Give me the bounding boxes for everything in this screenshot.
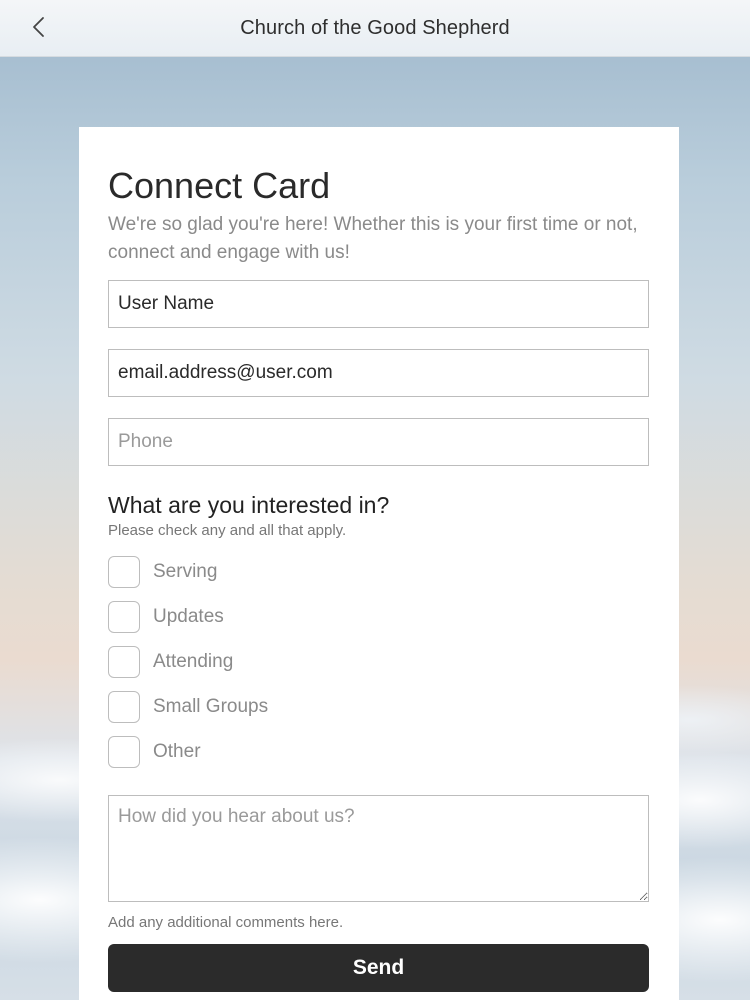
interest-option-other[interactable]: Other	[108, 729, 649, 774]
form-intro-text: We're so glad you're here! Whether this …	[108, 214, 638, 263]
interests-heading: What are you interested in?	[108, 492, 390, 518]
checkbox-label: Updates	[153, 605, 224, 627]
phone-field[interactable]	[108, 418, 649, 466]
page-title: Church of the Good Shepherd	[240, 16, 510, 39]
interests-checklist: Serving Updates Attending Small Groups O…	[108, 549, 649, 774]
connect-card-form: Connect Card We're so glad you're here! …	[79, 127, 679, 1000]
interest-option-updates[interactable]: Updates	[108, 594, 649, 639]
checkbox-label: Serving	[153, 560, 218, 582]
interest-option-attending[interactable]: Attending	[108, 639, 649, 684]
checkbox-label: Other	[153, 740, 201, 762]
name-field[interactable]	[108, 280, 649, 328]
checkbox[interactable]	[108, 735, 140, 768]
form-title: Connect Card	[108, 165, 331, 206]
comments-textarea[interactable]	[108, 795, 649, 902]
chevron-left-icon	[33, 17, 44, 37]
checkbox[interactable]	[108, 645, 140, 678]
checkbox[interactable]	[108, 600, 140, 633]
back-button[interactable]	[24, 12, 52, 42]
send-button[interactable]: Send	[108, 944, 649, 992]
email-field[interactable]	[108, 349, 649, 397]
checkbox[interactable]	[108, 555, 140, 588]
checkbox-label: Attending	[153, 650, 234, 672]
interest-option-small-groups[interactable]: Small Groups	[108, 684, 649, 729]
checkbox[interactable]	[108, 690, 140, 723]
navigation-bar: Church of the Good Shepherd	[0, 0, 750, 57]
comments-hint: Add any additional comments here.	[108, 914, 344, 931]
checkbox-label: Small Groups	[153, 695, 269, 717]
interests-hint: Please check any and all that apply.	[108, 522, 347, 539]
interest-option-serving[interactable]: Serving	[108, 549, 649, 594]
